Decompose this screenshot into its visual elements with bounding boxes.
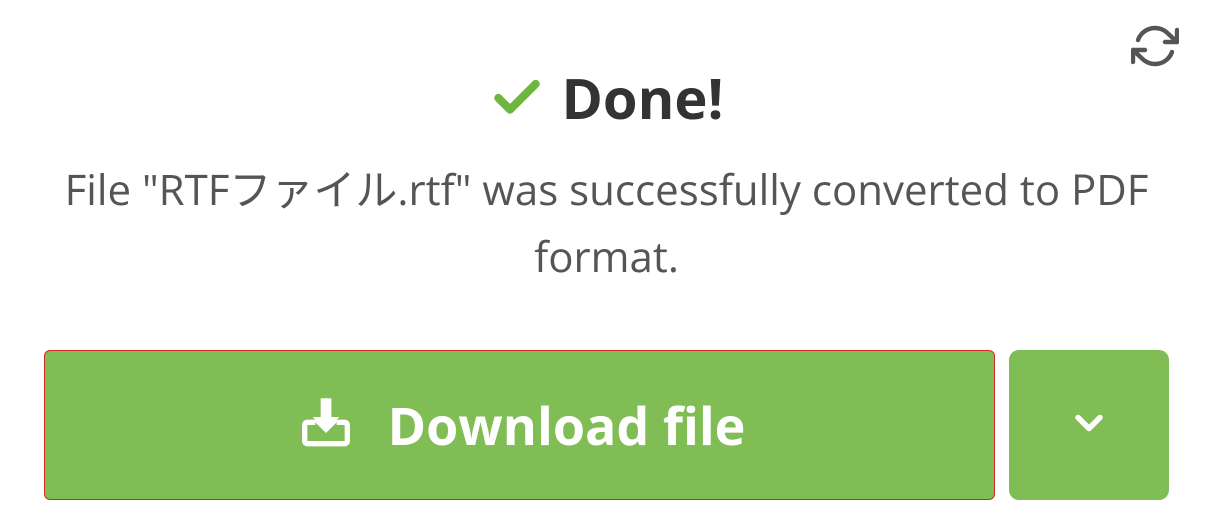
chevron-down-icon [1067, 401, 1111, 450]
action-button-row: Download file [40, 350, 1173, 500]
refresh-button[interactable] [1127, 20, 1183, 76]
conversion-result: Done! File "RTFファイル.rtf" was successfull… [40, 60, 1173, 500]
check-icon [489, 70, 545, 126]
result-title: Done! [561, 60, 723, 136]
result-message: File "RTFファイル.rtf" was successfully conv… [57, 156, 1157, 290]
download-label: Download file [388, 390, 746, 461]
download-icon [294, 393, 358, 457]
refresh-icon [1131, 22, 1179, 75]
result-heading: Done! [40, 60, 1173, 136]
download-options-button[interactable] [1009, 350, 1169, 500]
download-button[interactable]: Download file [44, 350, 995, 500]
